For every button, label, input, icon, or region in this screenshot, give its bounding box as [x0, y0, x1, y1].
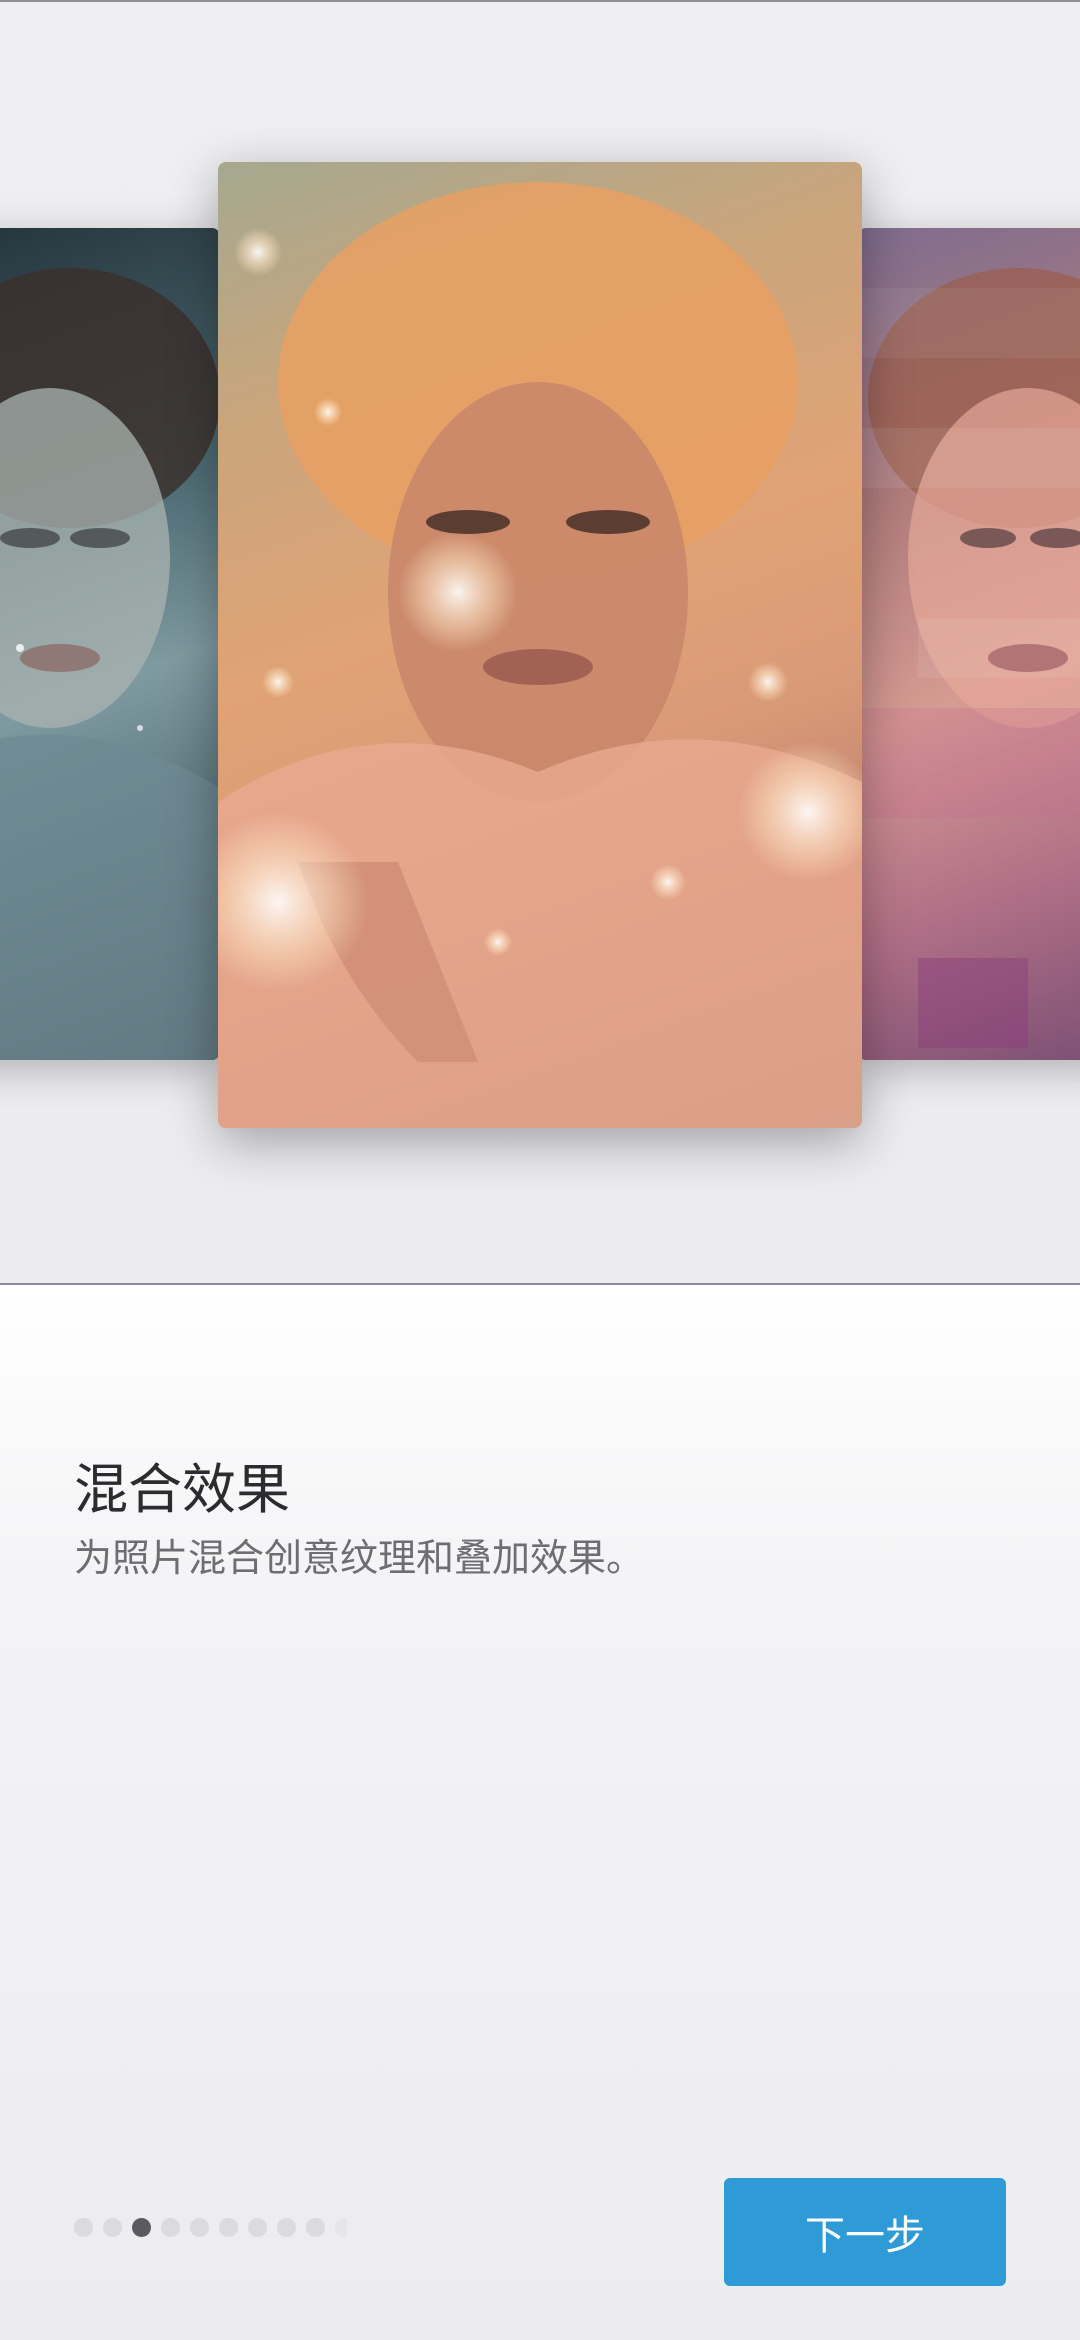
page-dot — [74, 2217, 93, 2237]
page-dot — [277, 2217, 296, 2237]
page-dot — [103, 2217, 122, 2237]
preview-carousel[interactable] — [0, 2, 1080, 1285]
portrait-image — [218, 182, 862, 1128]
page-dot — [306, 2217, 325, 2237]
preview-card-left[interactable] — [0, 228, 220, 1060]
page-dot — [248, 2217, 267, 2237]
portrait-image — [0, 268, 220, 1060]
preview-card-right[interactable] — [858, 228, 1080, 1060]
preview-card-center[interactable] — [218, 162, 862, 1128]
page-dot — [161, 2217, 180, 2237]
page-dot — [335, 2217, 347, 2237]
page-dot-active — [132, 2217, 151, 2237]
portrait-image — [858, 268, 1080, 1048]
page-dot — [190, 2217, 209, 2237]
page-dot — [219, 2217, 238, 2237]
feature-description: 为照片混合创意纹理和叠加效果。 — [74, 1536, 645, 1580]
onboarding-panel: 混合效果 为照片混合创意纹理和叠加效果。 下一步 — [0, 1285, 1080, 2340]
feature-title: 混合效果 — [74, 1458, 290, 1521]
next-button[interactable]: 下一步 — [724, 2178, 1006, 2286]
page-indicator — [74, 2217, 347, 2237]
